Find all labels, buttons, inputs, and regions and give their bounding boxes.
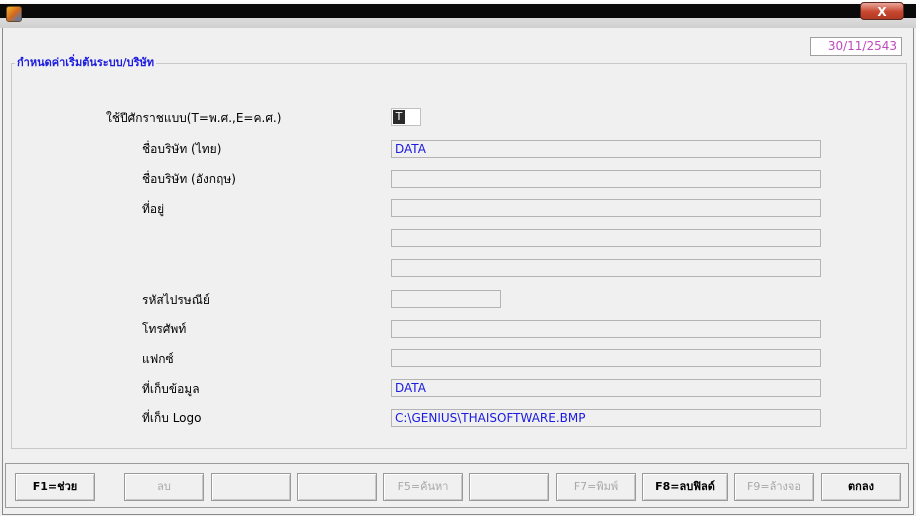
- address-line1-field[interactable]: [391, 199, 821, 217]
- era-label: ใช้ปีศักราชแบบ(T=พ.ศ.,E=ค.ศ.): [106, 111, 282, 125]
- data-dir-label: ที่เก็บข้อมูล: [142, 382, 200, 396]
- title-bar-band: [0, 4, 916, 18]
- print-button[interactable]: F7=พิมพ์: [556, 473, 636, 501]
- postcode-label: รหัสไปรษณีย์: [142, 293, 210, 307]
- clear-screen-button[interactable]: F9=ล้างจอ: [734, 473, 814, 501]
- close-button[interactable]: X: [860, 2, 904, 20]
- title-bar: X: [0, 0, 916, 28]
- delete-button[interactable]: ลบ: [124, 473, 204, 501]
- address-line3-field[interactable]: [391, 259, 821, 277]
- logo-path-field[interactable]: C:\GENIUS\THAISOFTWARE.BMP: [391, 409, 821, 427]
- address-label: ที่อยู่: [142, 202, 165, 216]
- blank-button-1[interactable]: [211, 473, 291, 501]
- data-dir-field[interactable]: DATA: [391, 379, 821, 397]
- delete-field-button[interactable]: F8=ลบฟิลด์: [642, 473, 728, 501]
- phone-field[interactable]: [391, 320, 821, 338]
- era-value: T: [393, 110, 405, 124]
- blank-button-3[interactable]: [469, 473, 549, 501]
- blank-button-2[interactable]: [297, 473, 377, 501]
- fax-label: แฟกซ์: [142, 352, 174, 366]
- company-thai-label: ชื่อบริษัท (ไทย): [142, 142, 222, 156]
- date-display: 30/11/2543: [810, 37, 902, 56]
- help-button[interactable]: F1=ช่วย: [15, 473, 95, 501]
- ok-button[interactable]: ตกลง: [821, 473, 901, 501]
- phone-label: โทรศัพท์: [142, 322, 187, 336]
- company-eng-label: ชื่อบริษัท (อังกฤษ): [142, 172, 236, 186]
- fax-field[interactable]: [391, 349, 821, 367]
- postcode-field[interactable]: [391, 290, 501, 308]
- group-title: กำหนดค่าเริ่มต้นระบบ/บริษัท: [15, 56, 157, 70]
- logo-label: ที่เก็บ Logo: [142, 411, 202, 425]
- app-icon: [6, 6, 22, 22]
- company-eng-field[interactable]: [391, 170, 821, 188]
- era-field[interactable]: T: [391, 108, 421, 126]
- address-line2-field[interactable]: [391, 229, 821, 247]
- company-thai-field[interactable]: DATA: [391, 140, 821, 158]
- search-button[interactable]: F5=ค้นหา: [383, 473, 463, 501]
